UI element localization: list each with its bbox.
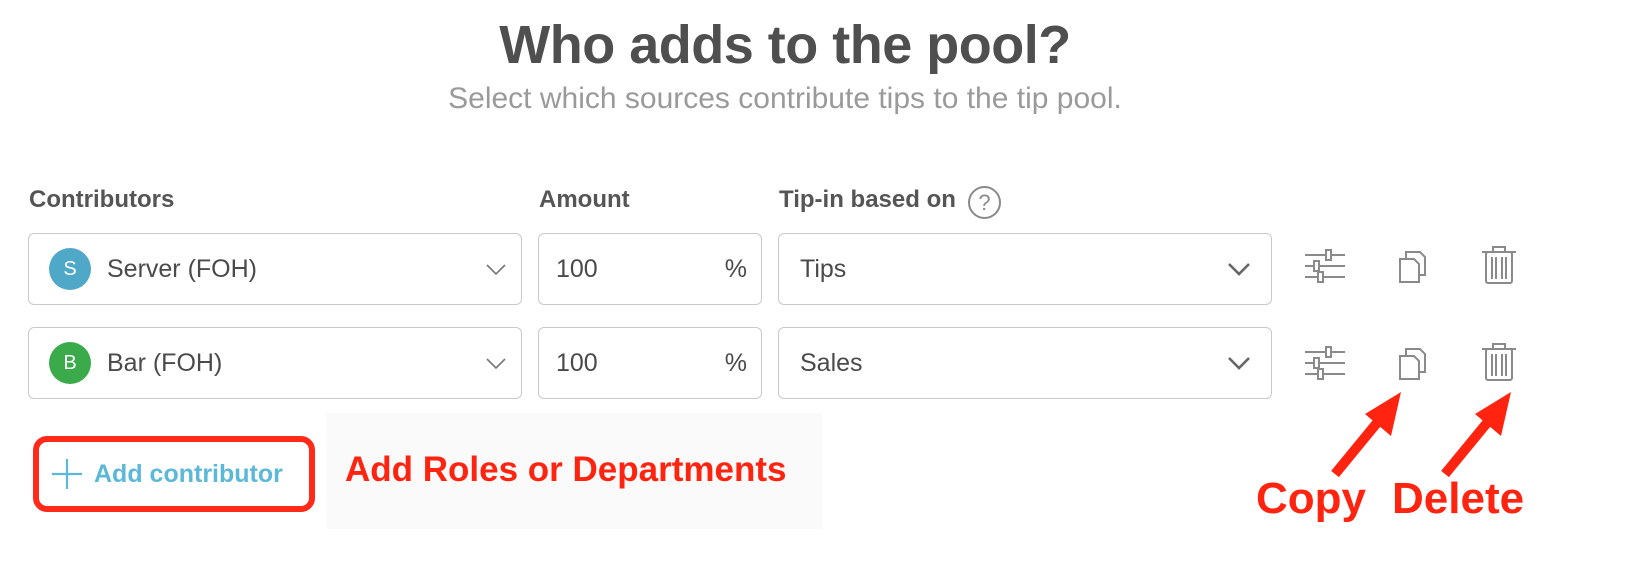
tip-in-value: Tips xyxy=(800,255,847,283)
tip-in-select[interactable]: Tips xyxy=(778,233,1272,305)
add-contributor-button[interactable]: Add contributor xyxy=(50,448,283,500)
contributor-value: Bar (FOH) xyxy=(107,349,223,377)
copy-icon[interactable] xyxy=(1396,346,1428,382)
arrow-copy-annotation xyxy=(1331,392,1401,478)
copy-icon[interactable] xyxy=(1396,249,1428,285)
percent-unit: % xyxy=(724,349,747,377)
help-icon[interactable]: ? xyxy=(968,186,1001,219)
amount-value: 100 xyxy=(556,349,598,377)
annotation-add-roles: Add Roles or Departments xyxy=(345,450,787,489)
annotation-delete: Delete xyxy=(1392,474,1525,523)
add-contributor-label: Add contributor xyxy=(94,459,283,488)
page-subtitle: Select which sources contribute tips to … xyxy=(448,82,1122,115)
avatar: B xyxy=(49,342,91,384)
page-title: Who adds to the pool? xyxy=(499,15,1071,75)
trash-icon[interactable] xyxy=(1481,342,1517,382)
tip-in-value: Sales xyxy=(800,349,863,377)
sliders-icon[interactable] xyxy=(1304,247,1346,285)
chevron-down-icon xyxy=(486,264,506,276)
tip-in-column-label: Tip-in based on xyxy=(779,186,956,213)
avatar: S xyxy=(49,248,91,290)
chevron-down-icon xyxy=(1228,357,1250,370)
percent-unit: % xyxy=(724,255,747,283)
plus-icon xyxy=(52,459,82,489)
tip-in-select[interactable]: Sales xyxy=(778,327,1272,399)
amount-field[interactable]: 100 % xyxy=(538,327,762,399)
annotation-copy: Copy xyxy=(1256,474,1366,523)
amount-column-label: Amount xyxy=(539,186,630,213)
arrow-delete-annotation xyxy=(1441,392,1511,478)
contributor-select[interactable]: B Bar (FOH) xyxy=(28,327,522,399)
contributors-column-label: Contributors xyxy=(29,186,175,213)
contributor-value: Server (FOH) xyxy=(107,255,257,283)
amount-field[interactable]: 100 % xyxy=(538,233,762,305)
chevron-down-icon xyxy=(1228,263,1250,276)
chevron-down-icon xyxy=(486,358,506,370)
sliders-icon[interactable] xyxy=(1304,344,1346,382)
contributor-select[interactable]: S Server (FOH) xyxy=(28,233,522,305)
amount-value: 100 xyxy=(556,255,598,283)
trash-icon[interactable] xyxy=(1481,245,1517,285)
